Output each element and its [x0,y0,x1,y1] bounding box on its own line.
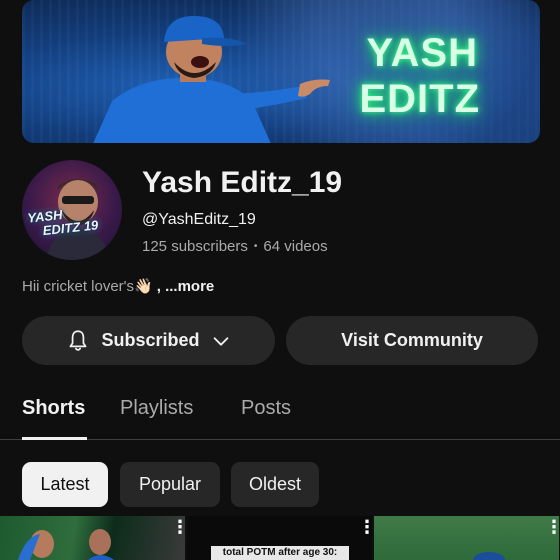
banner-title: YASH EDITZ [359,30,480,122]
short-thumbnail-image [18,529,114,560]
channel-banner: YASH EDITZ [22,0,540,143]
chevron-down-icon [213,336,228,346]
visit-community-button[interactable]: Visit Community [286,316,538,365]
chip-latest[interactable]: Latest [22,462,108,507]
visit-community-label: Visit Community [341,330,483,350]
subscribed-label: Subscribed [101,330,200,350]
short-thumbnail[interactable]: ⋮ [374,516,559,560]
chip-oldest[interactable]: Oldest [231,462,319,507]
video-count: 64 videos [263,238,328,255]
channel-handle: @YashEditz_19 [142,211,256,228]
more-vert-icon[interactable]: ⋮ [358,518,372,536]
tab-posts[interactable]: Posts [241,397,291,420]
short-thumbnail[interactable]: ⋮ [0,516,185,560]
short-thumbnail[interactable]: total POTM after age 30: ⋮ [187,516,372,560]
channel-meta: 125 subscribers • 64 videos [142,238,328,255]
description-more-link[interactable]: , ...more [157,278,215,295]
channel-description[interactable]: Hii cricket lover's 👋🏻 , ...more [22,277,215,296]
more-vert-icon[interactable]: ⋮ [171,518,185,536]
channel-name: Yash Editz_19 [142,166,343,199]
active-tab-indicator [22,437,87,440]
subscribed-button[interactable]: Subscribed [22,316,275,365]
banner-player-illustration [93,16,330,143]
tab-shorts[interactable]: Shorts [22,397,85,420]
more-vert-icon[interactable]: ⋮ [545,518,559,536]
chip-popular[interactable]: Popular [120,462,220,507]
bell-icon [70,329,87,351]
wave-emoji: 👋🏻 [134,278,153,295]
description-text: Hii cricket lover's [22,277,135,295]
channel-avatar[interactable]: YASH EDITZ 19 [22,160,122,260]
tab-playlists[interactable]: Playlists [120,397,193,420]
meta-separator: • [253,241,258,252]
banner-title-line1: YASH [366,31,478,75]
subscriber-count: 125 subscribers [142,238,248,255]
channel-tabs: Shorts Playlists Posts [0,392,560,440]
short-thumbnail-image [473,552,505,560]
short-caption: total POTM after age 30: [211,546,349,560]
banner-title-line2: EDITZ [359,77,480,121]
